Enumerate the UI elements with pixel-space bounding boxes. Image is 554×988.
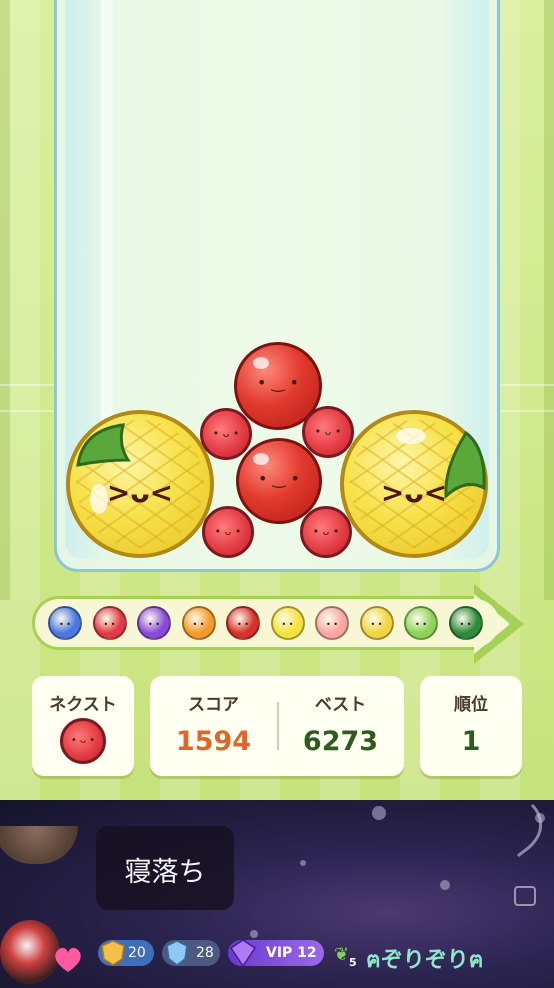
apple-face: • ‿ • (257, 373, 299, 392)
viewer-avatar[interactable] (0, 920, 60, 984)
strawberry-face: • ᴗ • (70, 735, 96, 746)
peach-icon: • • (315, 606, 349, 640)
fruit-shine (253, 357, 269, 369)
rank-label: 順位 (454, 695, 488, 715)
strawberry-face: • ᴗ • (212, 427, 240, 440)
strawberry-icon: • ᴗ • (60, 718, 106, 764)
fruit-shine (396, 428, 426, 444)
next-label: ネクスト (49, 695, 117, 715)
strawberry-face: • ᴗ • (312, 525, 340, 538)
viewer-name[interactable]: ฅぞりぞりฅ (366, 942, 483, 977)
fruit-face: • • (326, 620, 338, 629)
fruit-face: • • (370, 620, 383, 629)
diamond-icon (229, 939, 257, 968)
heart-icon (55, 947, 81, 972)
left-wall (0, 0, 10, 600)
next-fruit-card: ネクスト • ᴗ • (32, 676, 134, 776)
sparkle (250, 930, 258, 938)
fruit-face: • • (192, 620, 205, 629)
grape-icon: • • (137, 606, 171, 640)
strawberry-fruit: • ᴗ • (302, 406, 354, 458)
sprout-icon: ❦ (334, 944, 350, 965)
fruit-face: • • (415, 620, 427, 629)
chat-message-text: 寝落ち (124, 857, 206, 888)
fruit-face: • • (103, 620, 116, 629)
melon-leaf-icon (444, 430, 486, 500)
fruit-face: • • (237, 620, 249, 629)
apple-face: • ‿ • (258, 469, 300, 488)
score-card: スコア 1594 ベスト 6273 (150, 676, 404, 776)
fruit-shine (253, 453, 269, 465)
sparkle (372, 806, 386, 820)
cup-icon[interactable] (514, 886, 536, 906)
chat-message-bubble: 寝落ち (96, 826, 234, 910)
game-board[interactable]: >ᴗ< >ᴗ< • ‿ • • ‿ • • ᴗ • • ᴗ • • ᴗ • • … (0, 0, 554, 800)
strawberry-face: • ᴗ • (314, 425, 342, 438)
best-label: ベスト (314, 695, 367, 715)
melon-face: >ᴗ< (106, 476, 174, 509)
strawberry-icon: • • (92, 606, 127, 640)
fruit-face: • • (148, 620, 160, 629)
rank-card: 順位 1 (420, 676, 522, 776)
strawberry-fruit: • ᴗ • (202, 506, 254, 558)
level-badge: 20 (98, 940, 154, 966)
orange-icon: • • (181, 606, 216, 640)
right-wall (544, 0, 554, 600)
strawberry-fruit: • ᴗ • (200, 408, 252, 460)
blueberry-icon: • • (48, 606, 82, 640)
shield-badge-icon (101, 940, 125, 966)
rank-value: 1 (461, 726, 481, 757)
fan-badge: 28 (162, 940, 220, 966)
green-melon-icon: • • (404, 606, 438, 640)
sparkle (440, 880, 450, 890)
sprout-level: 5 (349, 956, 357, 969)
gift-icon[interactable] (512, 800, 552, 860)
fruit-face: • • (59, 620, 71, 629)
score-label: スコア (188, 695, 239, 715)
score-value: 1594 (175, 726, 252, 757)
sparkle (300, 860, 306, 866)
melon-leaf-icon (76, 423, 131, 467)
winged-shield-icon (166, 940, 188, 966)
best-value: 6273 (302, 726, 379, 757)
strawberry-face: • ᴗ • (214, 525, 242, 538)
lemon-icon: • • (270, 606, 305, 640)
vip-badge: VIP 12 (228, 939, 324, 968)
apple-icon: • • (226, 606, 260, 640)
strawberry-fruit: • ᴗ • (300, 506, 352, 558)
level-badge-number: 20 (128, 945, 146, 961)
fruit-face: • • (281, 620, 294, 629)
fan-badge-number: 28 (196, 945, 214, 961)
fruit-face: • • (459, 620, 472, 629)
pineapple-icon: • • (359, 606, 394, 640)
watermelon-icon: • • (448, 606, 483, 640)
vip-label: VIP 12 (266, 945, 317, 961)
